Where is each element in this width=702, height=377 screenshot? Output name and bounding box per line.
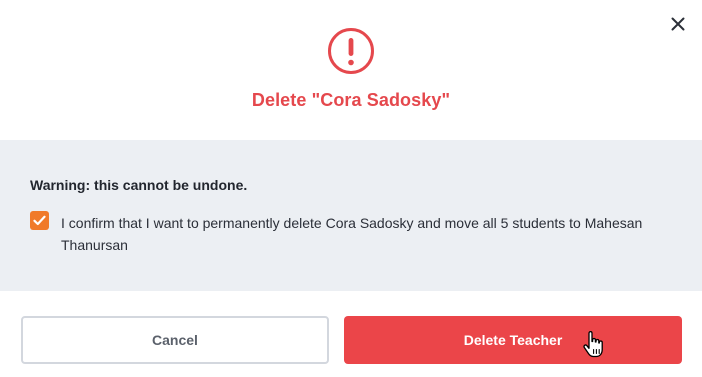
- confirm-label: I confirm that I want to permanently del…: [61, 215, 643, 253]
- checkmark-icon: [33, 215, 46, 226]
- delete-teacher-dialog: Delete "Cora Sadosky" Warning: this cann…: [0, 0, 702, 377]
- dialog-header: Delete "Cora Sadosky": [0, 0, 702, 140]
- exclamation-circle-icon: [328, 28, 374, 74]
- delete-teacher-button[interactable]: Delete Teacher: [344, 316, 682, 364]
- warning-panel: Warning: this cannot be undone. I confir…: [0, 140, 702, 291]
- warning-heading: Warning: this cannot be undone.: [30, 177, 248, 193]
- cancel-button[interactable]: Cancel: [21, 316, 329, 364]
- dialog-title: Delete "Cora Sadosky": [251, 90, 451, 110]
- confirm-checkbox[interactable]: [30, 211, 49, 230]
- dialog-footer: Cancel Delete Teacher: [0, 291, 702, 377]
